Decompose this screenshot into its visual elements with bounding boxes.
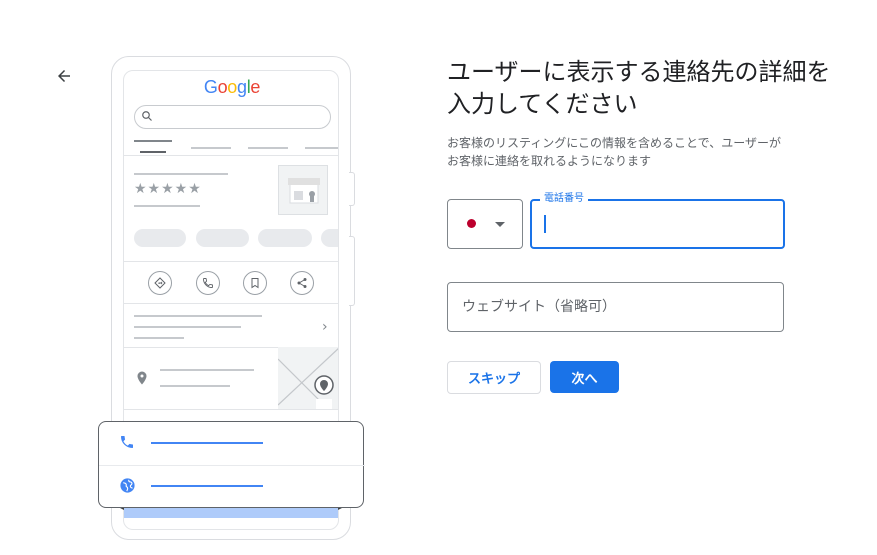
phone-number-label: 電話番号 bbox=[540, 192, 588, 206]
map-thumbnail bbox=[278, 347, 338, 409]
google-logo-letter: o bbox=[217, 77, 228, 97]
page-title: ユーザーに表示する連絡先の詳細を入力してください bbox=[447, 58, 831, 118]
skip-button[interactable]: スキップ bbox=[447, 361, 541, 394]
search-bar-illustration bbox=[134, 105, 331, 129]
google-logo-letter: g bbox=[237, 77, 247, 97]
search-icon bbox=[142, 111, 152, 121]
share-icon bbox=[290, 271, 314, 295]
chevron-right-icon: › bbox=[322, 319, 328, 335]
rating-stars: ★★★★★ bbox=[134, 181, 202, 197]
directions-icon bbox=[148, 271, 172, 295]
text-cursor bbox=[544, 215, 546, 233]
storefront-icon bbox=[288, 178, 320, 204]
google-logo-letter: o bbox=[227, 77, 237, 97]
website-field[interactable] bbox=[447, 282, 784, 332]
google-logo-letter: G bbox=[203, 77, 218, 97]
contact-details-card bbox=[98, 421, 365, 508]
phone-side-button bbox=[349, 172, 355, 206]
bookmark-icon bbox=[243, 271, 267, 295]
google-logo-letter: e bbox=[250, 77, 261, 97]
phone-icon bbox=[121, 436, 133, 448]
globe-icon bbox=[120, 478, 135, 493]
website-input[interactable] bbox=[462, 297, 762, 317]
location-pin-icon bbox=[137, 371, 147, 385]
back-button[interactable] bbox=[50, 62, 78, 90]
phone-icon bbox=[196, 271, 220, 295]
next-button[interactable]: 次へ bbox=[550, 361, 619, 393]
phone-side-button bbox=[349, 236, 355, 306]
business-thumbnail bbox=[278, 165, 328, 215]
page-description: お客様のリスティングにこの情報を含めることで、ユーザーがお客様に連絡を取れるよう… bbox=[447, 136, 781, 168]
arrow-back-icon bbox=[58, 70, 70, 82]
phone-number-input[interactable] bbox=[544, 214, 774, 234]
google-logo: Google bbox=[124, 77, 338, 98]
japan-flag-icon bbox=[467, 219, 476, 228]
country-code-select[interactable] bbox=[447, 199, 523, 249]
dropdown-arrow-icon bbox=[495, 222, 505, 227]
